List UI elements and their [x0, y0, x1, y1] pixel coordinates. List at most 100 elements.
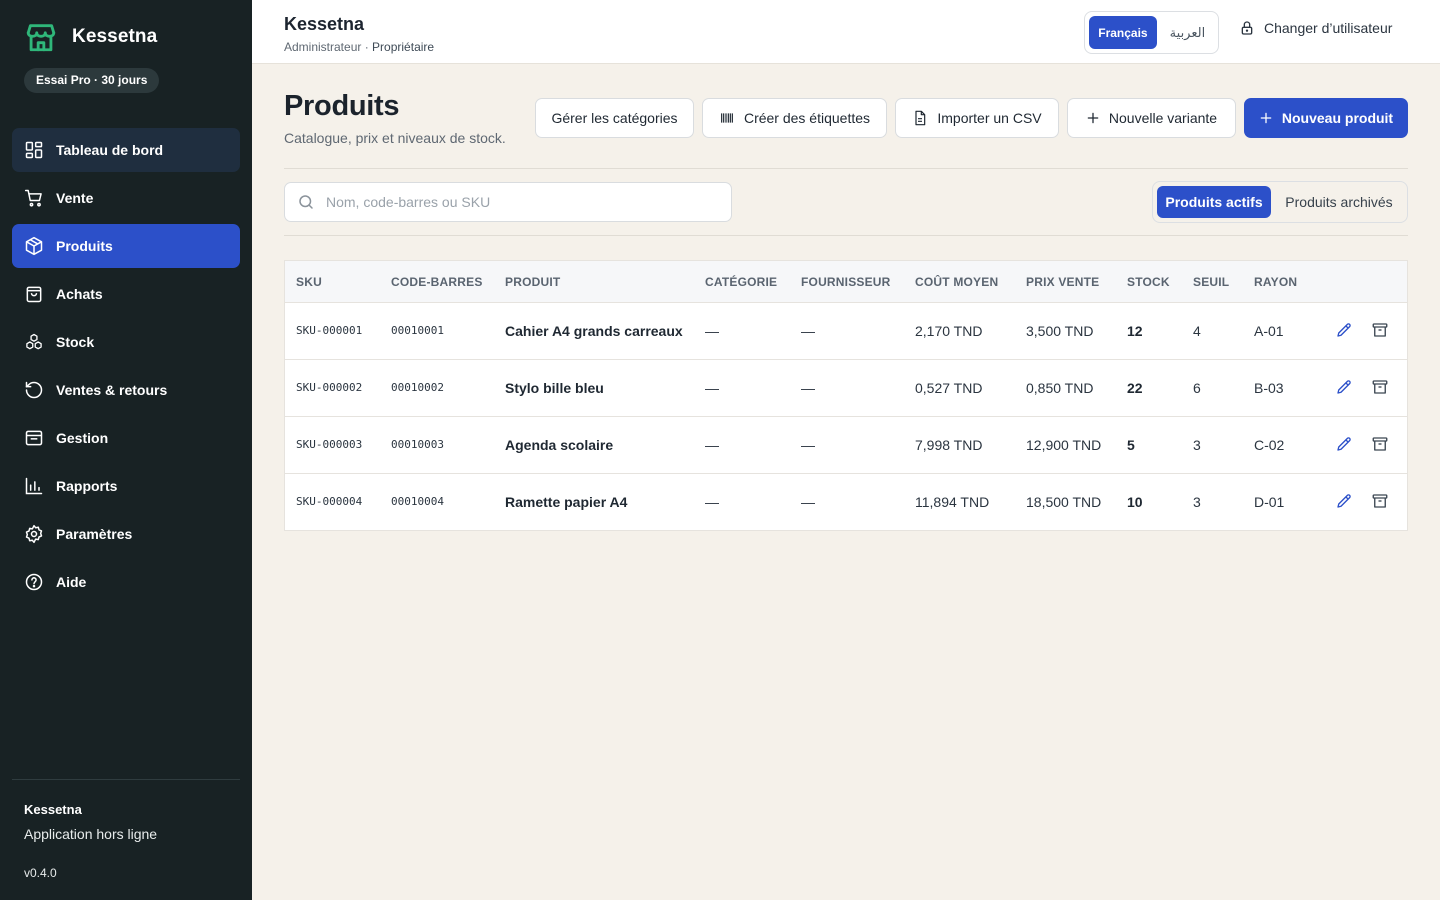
box-icon [24, 236, 44, 256]
sidebar-item-stock[interactable]: Stock [12, 320, 240, 364]
plus-icon [1259, 111, 1273, 125]
cell-sale-price: 18,500 TND [1026, 494, 1102, 510]
col-stock[interactable]: STOCK [1127, 261, 1170, 303]
sidebar-item-purchases[interactable]: Achats [12, 272, 240, 316]
tab-active-products[interactable]: Produits actifs [1157, 186, 1271, 218]
plus-icon [1086, 111, 1100, 125]
archive-icon[interactable] [1371, 378, 1391, 398]
archive-icon[interactable] [1371, 321, 1391, 341]
sidebar-item-label: Rapports [56, 478, 118, 494]
button-label: Créer des étiquettes [743, 110, 871, 126]
sidebar-item-label: Ventes & retours [56, 382, 168, 398]
cell-stock: 12 [1127, 323, 1143, 339]
archive-icon[interactable] [1371, 492, 1391, 512]
search-box [284, 182, 732, 222]
table-row[interactable]: SKU-000003 00010003 Agenda scolaire — — … [285, 417, 1407, 474]
sidebar-item-settings[interactable]: Paramètres [12, 512, 240, 556]
cell-category: — [705, 380, 719, 396]
switch-user-button[interactable]: Changer d’utilisateur [1239, 20, 1392, 36]
trial-badge: Essai Pro · 30 jours [24, 68, 160, 93]
col-barcode[interactable]: CODE-BARRES [391, 261, 483, 303]
table-row[interactable]: SKU-000001 00010001 Cahier A4 grands car… [285, 303, 1407, 360]
cell-avg-cost: 11,894 TND [915, 494, 990, 510]
sidebar-item-reports[interactable]: Rapports [12, 464, 240, 508]
topbar: Kessetna Administrateur · Propriétaire F… [252, 0, 1440, 64]
col-category[interactable]: CATÉGORIE [705, 261, 777, 303]
col-threshold[interactable]: SEUIL [1193, 261, 1229, 303]
footer-version: v0.4.0 [24, 866, 57, 880]
col-avg-cost[interactable]: COÛT MOYEN [915, 261, 998, 303]
cell-product: Stylo bille bleu [505, 380, 604, 396]
edit-icon[interactable] [1335, 378, 1355, 398]
cell-avg-cost: 7,998 TND [915, 437, 983, 453]
create-labels-button[interactable]: Créer des étiquettes [702, 98, 887, 138]
tab-archived-products[interactable]: Produits archivés [1275, 186, 1403, 218]
col-sale-price[interactable]: PRIX VENTE [1026, 261, 1099, 303]
cell-stock: 10 [1127, 494, 1143, 510]
sidebar-item-label: Achats [56, 286, 103, 302]
separator: · [361, 40, 373, 54]
user-role-line: Administrateur · Propriétaire [284, 40, 434, 54]
cell-sku: SKU-000004 [296, 495, 363, 508]
gear-icon [24, 524, 44, 544]
brand[interactable]: Kessetna [24, 20, 157, 54]
table-row[interactable]: SKU-000002 00010002 Stylo bille bleu — —… [285, 360, 1407, 417]
edit-icon[interactable] [1335, 435, 1355, 455]
cart-icon [24, 188, 44, 208]
products-table: SKU CODE-BARRES PRODUIT CATÉGORIE FOURNI… [284, 260, 1408, 531]
cell-threshold: 3 [1193, 494, 1201, 510]
cell-category: — [705, 494, 719, 510]
language-switch: Français العربية [1084, 11, 1219, 54]
cell-stock: 5 [1127, 437, 1135, 453]
lang-french-button[interactable]: Français [1089, 16, 1157, 49]
sidebar-item-label: Stock [56, 334, 95, 350]
new-product-button[interactable]: Nouveau produit [1244, 98, 1408, 138]
boxes-icon [24, 332, 44, 352]
sidebar-item-sales-returns[interactable]: Ventes & retours [12, 368, 240, 412]
page-subtitle: Catalogue, prix et niveaux de stock. [284, 130, 506, 146]
store-icon [24, 20, 58, 54]
col-supplier[interactable]: FOURNISSEUR [801, 261, 891, 303]
edit-icon[interactable] [1335, 321, 1355, 341]
cell-supplier: — [801, 380, 815, 396]
sidebar-item-dashboard[interactable]: Tableau de bord [12, 128, 240, 172]
col-shelf[interactable]: RAYON [1254, 261, 1297, 303]
col-product[interactable]: PRODUIT [505, 261, 560, 303]
cell-avg-cost: 2,170 TND [915, 323, 983, 339]
filter-divider [284, 235, 1408, 236]
col-sku[interactable]: SKU [296, 261, 322, 303]
barcode-icon [719, 110, 735, 126]
cell-supplier: — [801, 494, 815, 510]
cell-category: — [705, 323, 719, 339]
sidebar-item-help[interactable]: Aide [12, 560, 240, 604]
sidebar-nav: Tableau de bord Vente Produits Achats St… [12, 128, 240, 608]
sidebar-divider [12, 779, 240, 780]
lang-arabic-button[interactable]: العربية [1161, 16, 1214, 49]
cell-barcode: 00010002 [391, 381, 444, 394]
brand-name: Kessetna [72, 26, 158, 47]
new-variant-button[interactable]: Nouvelle variante [1067, 98, 1236, 138]
sidebar-item-label: Gestion [56, 430, 109, 446]
sidebar-item-label: Tableau de bord [56, 142, 164, 158]
grid-icon [24, 140, 44, 160]
edit-icon[interactable] [1335, 492, 1355, 512]
sidebar-item-label: Paramètres [56, 526, 133, 542]
manage-categories-button[interactable]: Gérer les catégories [535, 98, 694, 138]
search-icon [297, 193, 315, 211]
cell-sale-price: 0,850 TND [1026, 380, 1094, 396]
archive-icon[interactable] [1371, 435, 1391, 455]
import-csv-button[interactable]: Importer un CSV [895, 98, 1059, 138]
sidebar-item-sales[interactable]: Vente [12, 176, 240, 220]
cell-sale-price: 12,900 TND [1026, 437, 1102, 453]
cell-barcode: 00010004 [391, 495, 444, 508]
search-input[interactable] [326, 194, 706, 210]
sidebar-item-products[interactable]: Produits [12, 224, 240, 268]
cell-product: Cahier A4 grands carreaux [505, 323, 683, 339]
table-row[interactable]: SKU-000004 00010004 Ramette papier A4 — … [285, 474, 1407, 530]
cell-barcode: 00010003 [391, 438, 444, 451]
button-label: Importer un CSV [937, 110, 1042, 126]
cell-shelf: A-01 [1254, 323, 1284, 339]
cell-sku: SKU-000001 [296, 324, 363, 337]
inbox-icon [24, 428, 44, 448]
sidebar-item-management[interactable]: Gestion [12, 416, 240, 460]
